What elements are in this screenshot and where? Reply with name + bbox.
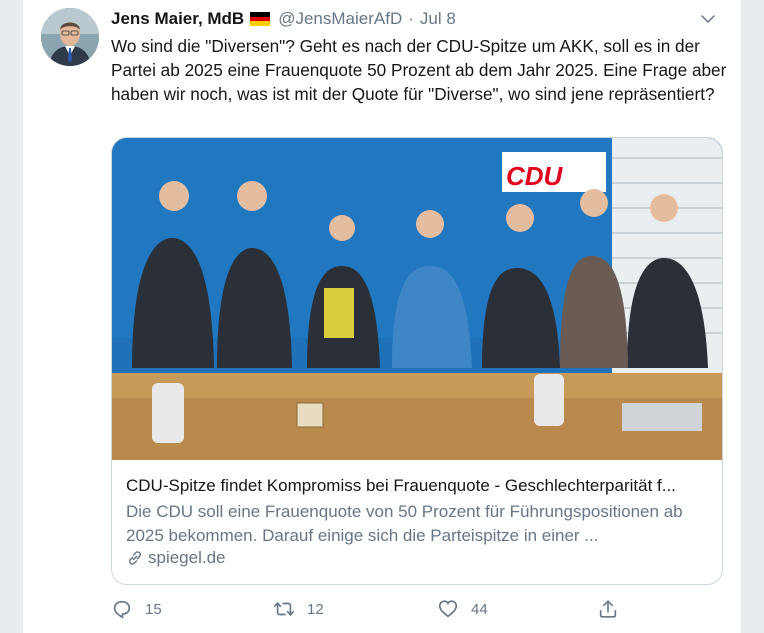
page-background-right	[742, 0, 764, 633]
card-description: Die CDU soll eine Frauenquote von 50 Pro…	[126, 502, 683, 545]
tweet-header: Jens Maier, MdB @JensMaierAfD · Jul 8	[111, 8, 723, 30]
share-icon	[599, 600, 617, 618]
reply-icon	[113, 600, 131, 619]
tweet-date[interactable]: Jul 8	[420, 9, 456, 29]
retweet-icon	[274, 602, 294, 616]
retweet-count: 12	[307, 600, 324, 618]
tweet-text: Wo sind die "Diversen"? Geht es nach der…	[111, 36, 727, 104]
reply-button[interactable]: 15	[111, 597, 162, 621]
retweet-button[interactable]: 12	[273, 597, 324, 621]
share-button[interactable]	[597, 597, 631, 621]
author-name[interactable]: Jens Maier, MdB	[111, 9, 244, 29]
link-icon	[128, 551, 142, 565]
author-handle[interactable]: @JensMaierAfD	[278, 9, 402, 29]
tweet[interactable]: Jens Maier, MdB @JensMaierAfD · Jul 8 Wo…	[22, 0, 742, 633]
heart-icon	[438, 600, 458, 618]
like-count: 44	[471, 600, 488, 618]
link-card[interactable]: CDU CDU-Spitze findet Kompromiss bei Fra…	[111, 137, 723, 585]
reply-count: 15	[145, 600, 162, 618]
germany-flag-icon	[250, 12, 271, 26]
page-background-left	[0, 0, 22, 633]
avatar[interactable]	[41, 8, 99, 66]
chevron-down-icon[interactable]	[699, 10, 717, 28]
card-title[interactable]: CDU-Spitze findet Kompromiss bei Frauenq…	[126, 476, 712, 496]
separator-dot: ·	[408, 9, 414, 28]
card-image[interactable]: CDU	[112, 138, 722, 460]
cdu-sign-text: CDU	[506, 161, 564, 191]
card-domain[interactable]: spiegel.de	[126, 548, 226, 568]
tweet-actions: 15 12 44	[111, 597, 651, 621]
like-button[interactable]: 44	[437, 597, 488, 621]
card-domain-label: spiegel.de	[148, 548, 226, 567]
